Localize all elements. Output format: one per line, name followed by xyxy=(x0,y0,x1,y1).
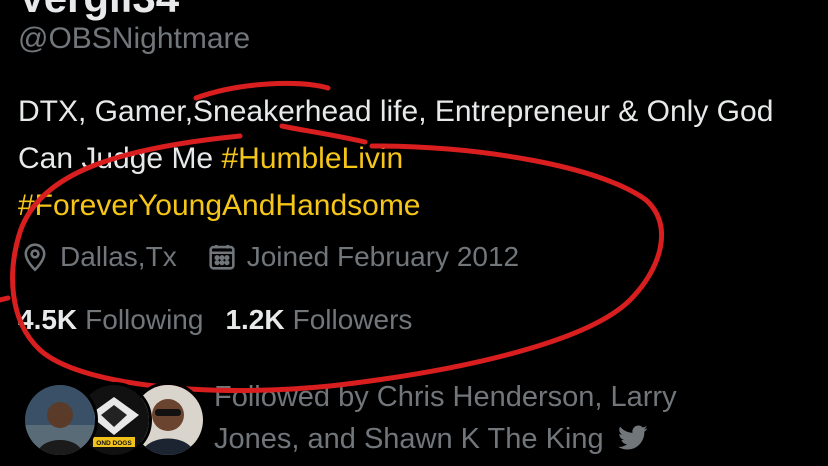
followers-count: 1.2K xyxy=(225,304,285,335)
hashtag-humblelivin[interactable]: #HumbleLivin xyxy=(221,142,403,175)
avatar xyxy=(22,382,98,458)
avatar-badge-text: OND DOGS xyxy=(96,440,132,447)
followed-by-text: Followed by Chris Henderson, Larry Jones… xyxy=(214,376,734,460)
mutual-avatars: OND DOGS xyxy=(22,382,206,462)
joined-item: Joined February 2012 xyxy=(205,240,519,274)
joined-text: Joined February 2012 xyxy=(246,241,520,272)
display-name: Vergil34 xyxy=(18,0,179,22)
followers-link[interactable]: 1.2K Followers xyxy=(225,304,412,336)
profile-meta: Dallas,Tx Joined February 2012 xyxy=(18,240,519,274)
followers-label: Followers xyxy=(292,304,413,335)
location-item: Dallas,Tx xyxy=(18,240,177,274)
calendar-icon xyxy=(209,244,235,270)
follow-stats: 4.5K Following 1.2K Followers xyxy=(18,304,412,336)
followed-by-row[interactable]: OND DOGS Followed by Chris Henderson, La… xyxy=(22,376,734,462)
followed-by-names: Followed by Chris Henderson, Larry Jones… xyxy=(214,381,677,455)
following-link[interactable]: 4.5K Following xyxy=(18,304,203,336)
profile-handle: @OBSNightmare xyxy=(18,22,251,55)
following-count: 4.5K xyxy=(18,304,78,335)
location-pin-icon xyxy=(24,243,46,272)
hashtag-foreveryoung[interactable]: #ForeverYoungAndHandsome xyxy=(18,189,421,222)
following-label: Following xyxy=(85,304,204,335)
location-text: Dallas,Tx xyxy=(60,241,177,272)
twitter-bird-icon xyxy=(617,425,648,450)
profile-bio: DTX, Gamer,Sneakerhead life, Entrepreneu… xyxy=(18,88,808,229)
